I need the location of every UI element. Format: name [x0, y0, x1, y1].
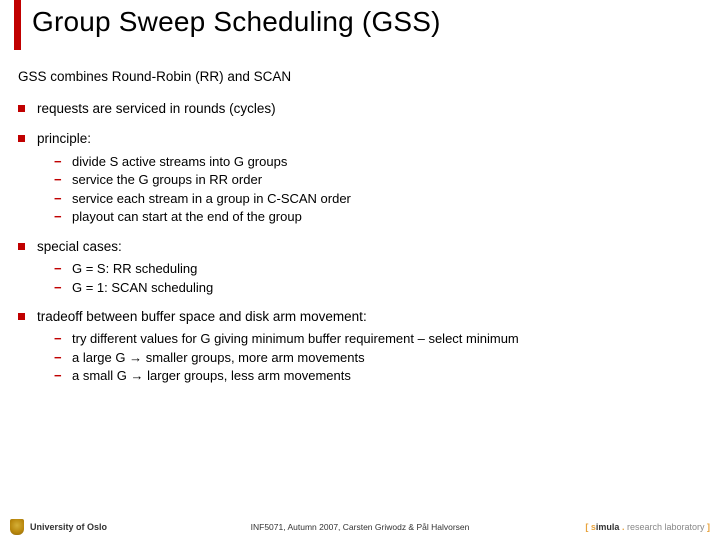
sub-bullet-text: service each stream in a group in C-SCAN…	[72, 190, 351, 208]
dash-bullet-icon: −	[54, 279, 68, 297]
sub-bullet-text: a small G → larger groups, less arm move…	[72, 367, 351, 385]
square-bullet-icon	[18, 313, 25, 320]
dash-bullet-icon: −	[54, 171, 68, 189]
sub-bullet-item: −G = 1: SCAN scheduling	[54, 279, 702, 297]
dash-bullet-icon: −	[54, 208, 68, 226]
simula-lab: research laboratory	[627, 522, 705, 532]
dash-bullet-icon: −	[54, 367, 68, 385]
university-name: University of Oslo	[30, 522, 107, 532]
sub-bullet-item: −a small G → larger groups, less arm mov…	[54, 367, 702, 385]
bullet-text: principle:	[37, 130, 91, 148]
square-bullet-icon	[18, 135, 25, 142]
dash-bullet-icon: −	[54, 153, 68, 171]
title-accent-bar	[14, 0, 21, 50]
sub-bullet-item: −service the G groups in RR order	[54, 171, 702, 189]
bullet-item: special cases: −G = S: RR scheduling−G = …	[18, 238, 702, 296]
sub-bullet-list: −divide S active streams into G groups−s…	[54, 153, 702, 226]
sub-bullet-item: −playout can start at the end of the gro…	[54, 208, 702, 226]
slide-body: GSS combines Round-Robin (RR) and SCAN r…	[18, 68, 702, 397]
sub-bullet-text: G = S: RR scheduling	[72, 260, 197, 278]
simula-dot: .	[619, 522, 627, 532]
bullet-text: special cases:	[37, 238, 122, 256]
simula-rest: imula	[596, 522, 620, 532]
sub-bullet-list: −G = S: RR scheduling−G = 1: SCAN schedu…	[54, 260, 702, 296]
slide-title: Group Sweep Scheduling (GSS)	[32, 6, 441, 38]
bullet-item: tradeoff between buffer space and disk a…	[18, 308, 702, 385]
sub-bullet-item: −G = S: RR scheduling	[54, 260, 702, 278]
square-bullet-icon	[18, 105, 25, 112]
dash-bullet-icon: −	[54, 349, 68, 367]
sub-bullet-text: service the G groups in RR order	[72, 171, 262, 189]
course-info: INF5071, Autumn 2007, Carsten Griwodz & …	[251, 522, 470, 532]
sub-bullet-item: −divide S active streams into G groups	[54, 153, 702, 171]
bullet-text: requests are serviced in rounds (cycles)	[37, 100, 276, 118]
sub-bullet-list: −try different values for G giving minim…	[54, 330, 702, 385]
sub-bullet-text: a large G → smaller groups, more arm mov…	[72, 349, 365, 367]
sub-bullet-text: try different values for G giving minimu…	[72, 330, 519, 348]
square-bullet-icon	[18, 243, 25, 250]
sub-bullet-text: divide S active streams into G groups	[72, 153, 287, 171]
bullet-list: requests are serviced in rounds (cycles)…	[18, 100, 702, 385]
sub-bullet-text: G = 1: SCAN scheduling	[72, 279, 213, 297]
bracket-close: ]	[705, 522, 711, 532]
sub-bullet-item: −service each stream in a group in C-SCA…	[54, 190, 702, 208]
footer: University of Oslo INF5071, Autumn 2007,…	[0, 514, 720, 540]
dash-bullet-icon: −	[54, 190, 68, 208]
bullet-item: principle:−divide S active streams into …	[18, 130, 702, 225]
sub-bullet-item: −a large G → smaller groups, more arm mo…	[54, 349, 702, 367]
sub-bullet-item: −try different values for G giving minim…	[54, 330, 702, 348]
bullet-text: tradeoff between buffer space and disk a…	[37, 308, 367, 326]
intro-line: GSS combines Round-Robin (RR) and SCAN	[18, 68, 702, 86]
dash-bullet-icon: −	[54, 330, 68, 348]
dash-bullet-icon: −	[54, 260, 68, 278]
uio-crest-icon	[10, 519, 24, 535]
sub-bullet-text: playout can start at the end of the grou…	[72, 208, 302, 226]
simula-logo: [ simula . research laboratory ]	[585, 522, 710, 532]
bullet-item: requests are serviced in rounds (cycles)	[18, 100, 702, 118]
